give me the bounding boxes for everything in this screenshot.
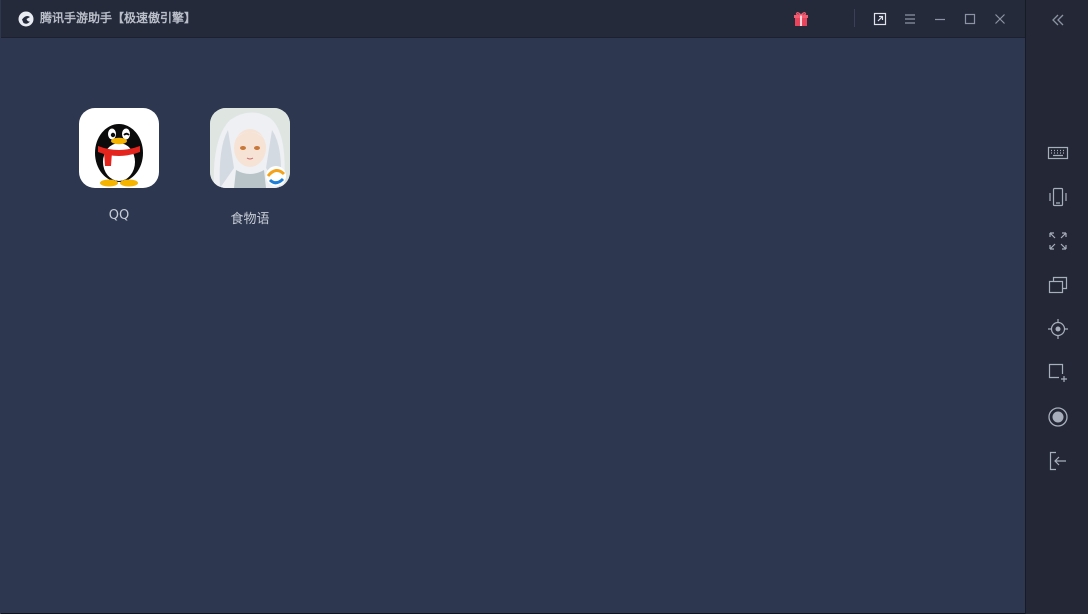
emulator-desktop: QQ 食物语 bbox=[1, 38, 1025, 614]
gift-icon[interactable] bbox=[791, 9, 811, 29]
minimize-icon[interactable] bbox=[930, 9, 950, 29]
multi-instance-icon[interactable] bbox=[1047, 274, 1069, 296]
app-shortcut-qq[interactable]: QQ bbox=[64, 108, 174, 228]
shake-icon[interactable] bbox=[1047, 186, 1069, 208]
double-chevron-left-icon[interactable] bbox=[1047, 9, 1069, 31]
shiwuyu-game-icon[interactable] bbox=[210, 108, 290, 188]
qq-penguin-icon[interactable] bbox=[79, 108, 159, 188]
close-icon[interactable] bbox=[990, 9, 1010, 29]
screenshot-icon[interactable] bbox=[1047, 362, 1069, 384]
app-label: QQ bbox=[108, 208, 130, 223]
shortcut-icon[interactable] bbox=[870, 9, 890, 29]
app-logo-icon bbox=[17, 10, 35, 28]
right-toolbar bbox=[1025, 0, 1088, 614]
window-title: 腾讯手游助手【极速傲引擎】 bbox=[40, 11, 197, 25]
title-bar: 腾讯手游助手【极速傲引擎】 bbox=[1, 0, 1025, 38]
app-shortcut-shiwuyu[interactable]: 食物语 bbox=[195, 108, 305, 228]
fullscreen-icon[interactable] bbox=[1047, 230, 1069, 252]
keyboard-icon[interactable] bbox=[1047, 142, 1069, 164]
titlebar-divider bbox=[854, 9, 855, 27]
locate-icon[interactable] bbox=[1047, 318, 1069, 340]
app-label: 食物语 bbox=[230, 212, 270, 227]
exit-icon[interactable] bbox=[1047, 450, 1069, 472]
menu-icon[interactable] bbox=[900, 9, 920, 29]
maximize-icon[interactable] bbox=[960, 9, 980, 29]
record-icon[interactable] bbox=[1047, 406, 1069, 428]
